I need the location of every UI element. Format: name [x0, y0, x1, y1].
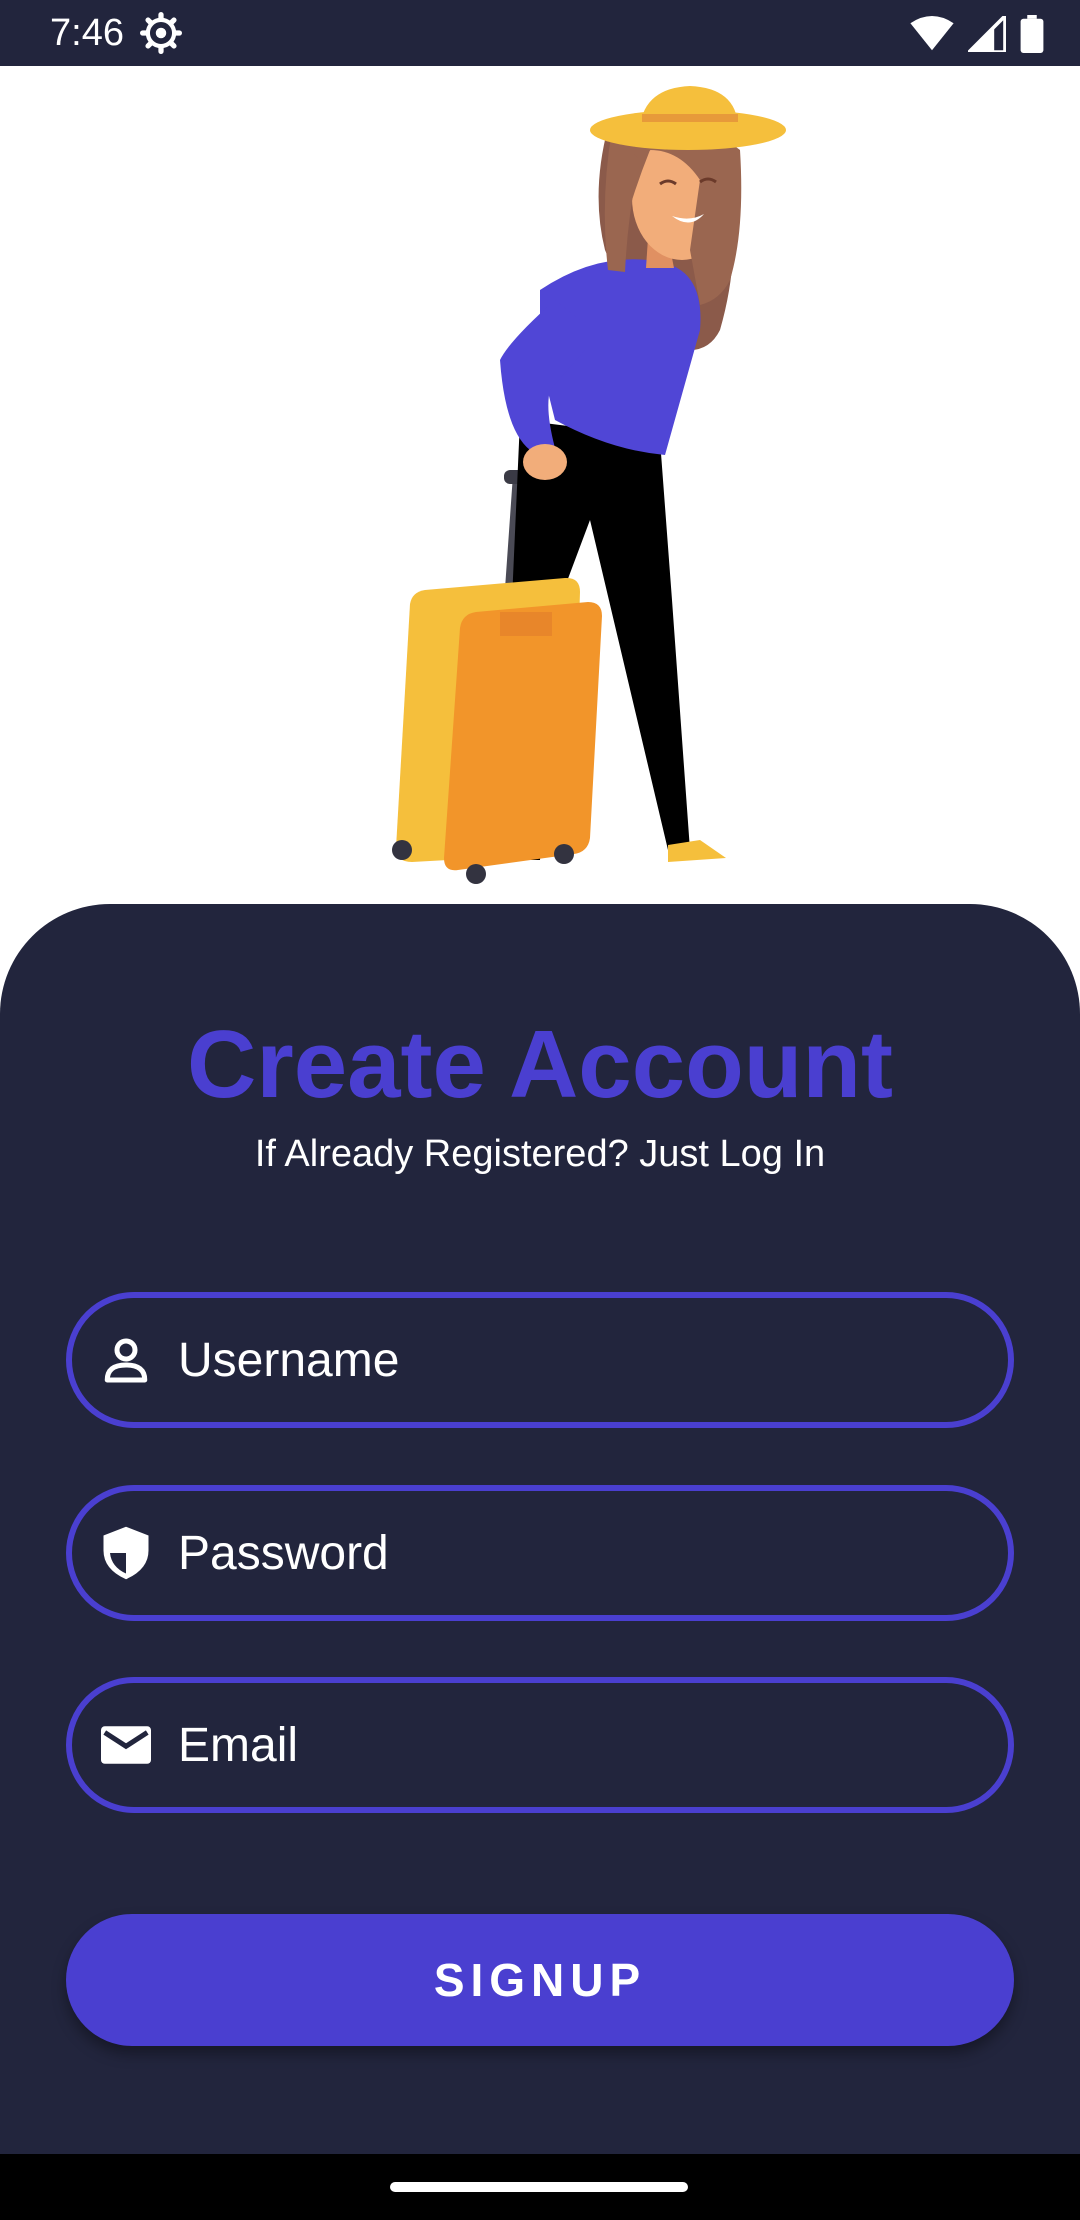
email-field[interactable] — [66, 1677, 1014, 1813]
status-icons — [910, 14, 1044, 54]
signup-button[interactable]: SIGNUP — [66, 1914, 1014, 2046]
status-time: 7:46 — [50, 12, 124, 54]
person-icon — [104, 1338, 148, 1383]
email-input[interactable] — [178, 1683, 978, 1807]
password-field[interactable] — [66, 1485, 1014, 1621]
traveler-illustration — [392, 86, 786, 884]
signup-screen: 7:46 Create Account If Already Registere… — [0, 0, 1080, 2220]
home-indicator[interactable] — [390, 2182, 688, 2192]
signal-icon — [968, 16, 1006, 52]
username-input[interactable] — [178, 1298, 978, 1422]
username-field[interactable] — [66, 1292, 1014, 1428]
battery-icon — [1020, 15, 1044, 53]
login-prompt-link[interactable]: If Already Registered? Just Log In — [0, 1130, 1080, 1178]
password-input[interactable] — [178, 1491, 978, 1615]
status-bar: 7:46 — [0, 0, 1080, 66]
page-title: Create Account — [187, 1011, 893, 1118]
mail-icon — [101, 1726, 151, 1764]
wifi-icon — [910, 16, 954, 51]
shield-icon — [103, 1526, 149, 1580]
settings-gear-icon — [140, 12, 182, 54]
